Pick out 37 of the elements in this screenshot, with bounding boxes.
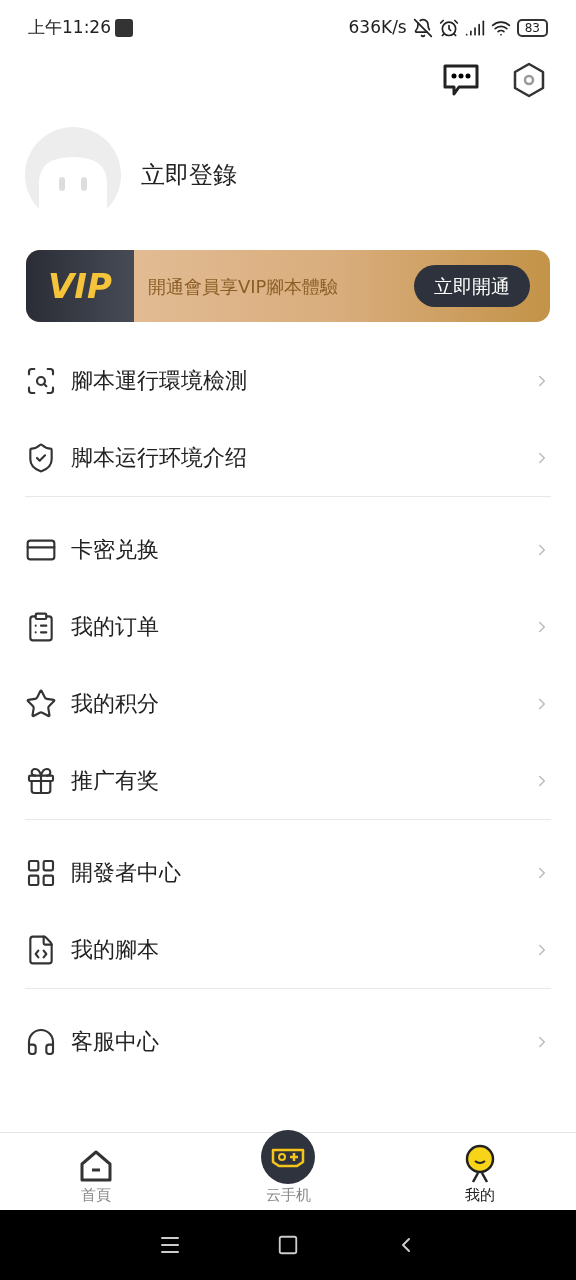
vip-badge: VIP <box>26 250 134 322</box>
menu-label: 脚本运行环境介绍 <box>71 444 248 472</box>
star-icon <box>25 687 57 720</box>
mute-icon <box>412 17 433 38</box>
activate-button[interactable]: 立即開通 <box>414 265 530 307</box>
gamepad-icon <box>261 1129 315 1184</box>
network-speed: 636K/s <box>348 15 407 39</box>
menu-item[interactable]: 脚本运行环境介绍 <box>25 419 551 496</box>
login-link[interactable]: 立即登錄 <box>141 157 237 193</box>
menu-item[interactable]: 腳本運行環境檢測 <box>25 342 551 419</box>
status-time: 上午11:26 <box>28 15 111 39</box>
menu-item[interactable]: 我的积分 <box>25 665 551 742</box>
menu-label: 客服中心 <box>71 1028 160 1056</box>
nav-tab[interactable]: 云手机 <box>192 1121 384 1210</box>
menu-label: 我的订单 <box>71 613 160 641</box>
menu-label: 開發者中心 <box>71 859 182 887</box>
menu-item[interactable]: 我的腳本 <box>25 911 551 988</box>
notification-icon <box>115 18 133 37</box>
menu-item[interactable]: 卡密兑换 <box>25 511 551 588</box>
menu-label: 我的腳本 <box>71 936 160 964</box>
nav-tab[interactable]: 我的 <box>384 1133 576 1210</box>
settings-icon[interactable] <box>512 62 546 98</box>
menu-item[interactable]: 客服中心 <box>25 1003 551 1080</box>
alarm-icon <box>438 17 459 38</box>
menu-item[interactable]: 推广有奖 <box>25 742 551 819</box>
menu-item[interactable]: 開發者中心 <box>25 834 551 911</box>
menu-label: 推广有奖 <box>71 767 160 795</box>
menu-item[interactable]: 我的订单 <box>25 588 551 665</box>
nav-tab[interactable]: 首頁 <box>0 1133 192 1210</box>
menu-label: 卡密兑换 <box>71 536 160 564</box>
battery-icon: 83 <box>516 18 548 37</box>
vip-promo-text: 開通會員享VIP腳本體驗 <box>148 274 340 299</box>
vip-banner[interactable]: VIP 開通會員享VIP腳本體驗 立即開通 <box>26 250 550 322</box>
chat-icon[interactable] <box>442 63 480 97</box>
menu-label: 我的积分 <box>71 690 160 718</box>
menu-label: 腳本運行環境檢測 <box>71 367 248 395</box>
home-button-icon[interactable] <box>277 1234 299 1256</box>
